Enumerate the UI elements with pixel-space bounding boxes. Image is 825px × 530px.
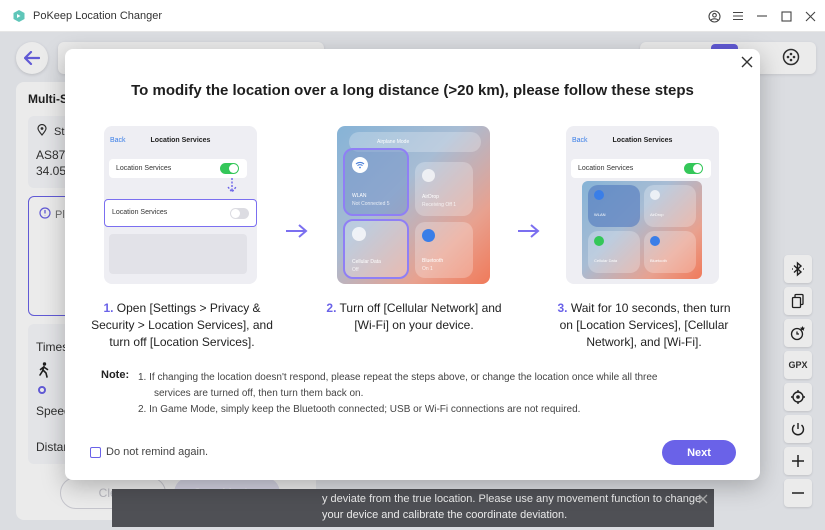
note-line-3: 2. In Game Mode, simply keep the Bluetoo… [138, 404, 581, 415]
step-1-description: 1. Open [Settings > Privacy & Security >… [77, 300, 287, 351]
bluetooth-tile: Bluetooth [644, 231, 696, 273]
note-label: Note: [101, 369, 130, 381]
toggle-off [230, 208, 249, 219]
cellular-status: Off [352, 267, 359, 273]
airdrop-status: Receiving Off 1 [422, 202, 457, 208]
settings-title: Location Services [150, 137, 211, 144]
cellular-tile: Cellular Data Off [343, 219, 409, 279]
window-controls [705, 8, 819, 24]
step-text-line: Wait for 10 seconds, then turn [570, 301, 731, 315]
settings-screen-restored: Back Location Services Location Services… [566, 126, 719, 284]
airdrop-tile: AirDrop [644, 185, 696, 227]
bluetooth-label: Bluetooth [422, 258, 444, 264]
account-icon[interactable] [705, 8, 723, 24]
step-2-description: 2. Turn off [Cellular Network] and [Wi-F… [309, 300, 519, 334]
checkbox-box[interactable] [90, 446, 101, 458]
step-number: 3. [557, 301, 568, 315]
arrow-down-icon [227, 178, 237, 194]
close-window-icon[interactable] [801, 8, 819, 24]
step-text-line: Turn off [Cellular Network] and [339, 301, 502, 315]
airdrop-tile: AirDrop Receiving Off 1 [415, 162, 473, 216]
airdrop-label: AirDrop [422, 194, 439, 200]
app-logo-icon [13, 9, 25, 22]
step-3-illustration: Back Location Services Location Services… [566, 126, 719, 284]
arrow-right-icon [286, 224, 308, 238]
step-text-line: turn off [Location Services]. [109, 335, 255, 349]
step-3-description: 3. Wait for 10 seconds, then turn on [Lo… [539, 300, 749, 351]
next-button[interactable]: Next [662, 440, 736, 465]
toggle-on [220, 163, 239, 174]
step-2-illustration: Airplane Mode WLAN Not Connected 5 AirDr… [337, 126, 490, 284]
location-row-on: Location Services [571, 159, 711, 178]
close-icon[interactable] [740, 55, 754, 69]
row-on-label: Location Services [578, 165, 634, 172]
row-off-label: Location Services [112, 209, 168, 216]
step-text-line: Network], and [Wi-Fi]. [586, 335, 702, 349]
wifi-icon [355, 161, 365, 169]
settings-screen: Back Location Services Location Services… [104, 126, 257, 284]
bluetooth-status: On 1 [422, 266, 433, 272]
airplane-label: Airplane Mode [377, 139, 410, 145]
step-text-line: [Wi-Fi] on your device. [354, 318, 474, 332]
airdrop-label: AirDrop [650, 212, 664, 217]
note-line-1: 1. If changing the location doesn't resp… [138, 372, 658, 383]
cellular-tile-on: Cellular Data [588, 231, 640, 273]
note-line-2: services are turned off, then turn them … [154, 388, 364, 399]
toggle-on [684, 163, 703, 174]
do-not-remind-label: Do not remind again. [106, 446, 209, 458]
settings-title: Location Services [612, 137, 673, 144]
step-text-line: Open [Settings > Privacy & [116, 301, 261, 315]
menu-icon[interactable] [729, 8, 747, 24]
location-row-off: Location Services [104, 199, 257, 227]
bluetooth-label: Bluetooth [650, 258, 667, 263]
row-on-label: Location Services [116, 165, 172, 172]
dialog-title: To modify the location over a long dista… [131, 82, 694, 99]
location-row-on: Location Services [109, 159, 247, 178]
wlan-label: WLAN [352, 193, 367, 199]
step-number: 2. [326, 301, 337, 315]
wlan-tile-on: WLAN [588, 185, 640, 227]
wlan-label: WLAN [594, 212, 606, 217]
wlan-tile: WLAN Not Connected 5 [343, 148, 409, 216]
step-text-line: Security > Location Services], and [91, 318, 273, 332]
control-center-mini: WLAN AirDrop Cellular Data Bluetooth [582, 181, 702, 279]
step-text-line: on [Location Services], [Cellular [559, 318, 729, 332]
app-title: PoKeep Location Changer [33, 9, 163, 22]
minimize-icon[interactable] [753, 8, 771, 24]
cellular-label: Cellular Data [352, 259, 381, 265]
step-1-illustration: Back Location Services Location Services… [104, 126, 257, 284]
location-tips-dialog: To modify the location over a long dista… [65, 49, 760, 480]
bluetooth-tile: Bluetooth On 1 [415, 222, 473, 278]
step-number: 1. [103, 301, 114, 315]
cellular-label: Cellular Data [594, 258, 618, 263]
do-not-remind-checkbox[interactable]: Do not remind again. [90, 446, 208, 458]
title-bar: PoKeep Location Changer [0, 0, 825, 32]
arrow-right-icon [518, 224, 540, 238]
maximize-icon[interactable] [777, 8, 795, 24]
wlan-status: Not Connected 5 [352, 201, 390, 207]
